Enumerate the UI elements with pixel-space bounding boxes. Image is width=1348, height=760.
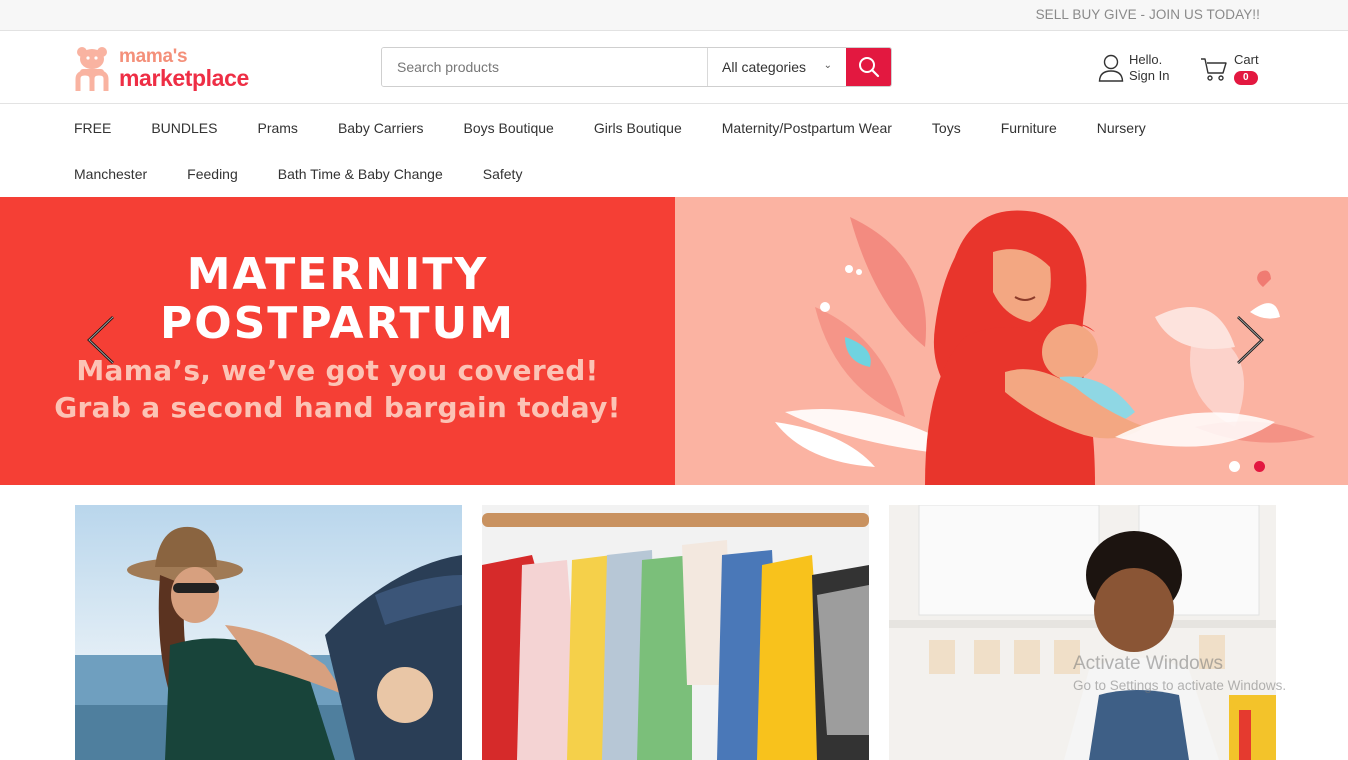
logo[interactable]: mama's marketplace — [74, 45, 249, 91]
nav-item-safety[interactable]: Safety — [483, 164, 523, 184]
category-nav: FREE BUNDLES Prams Baby Carriers Boys Bo… — [0, 104, 1348, 197]
nav-item-prams[interactable]: Prams — [257, 118, 297, 138]
search-input[interactable] — [382, 48, 707, 86]
chevron-down-icon: ⌄ — [823, 60, 832, 71]
nav-item-furniture[interactable]: Furniture — [1001, 118, 1057, 138]
nav-row-2: Manchester Feeding Bath Time & Baby Chan… — [74, 164, 562, 184]
search-bar: All categories ⌄ — [381, 47, 892, 87]
cart-label: Cart — [1234, 52, 1259, 67]
clothes-rack-photo — [482, 505, 869, 760]
hero-illustration-panel — [675, 197, 1348, 485]
nav-row-1: FREE BUNDLES Prams Baby Carriers Boys Bo… — [74, 118, 1186, 138]
nav-item-bundles[interactable]: BUNDLES — [151, 118, 217, 138]
search-icon — [858, 57, 879, 78]
tile-clothes-rack[interactable] — [482, 505, 869, 760]
logo-line-1: mama's — [119, 45, 188, 67]
category-select-value: All categories — [722, 59, 807, 75]
nav-item-maternity-wear[interactable]: Maternity/Postpartum Wear — [722, 118, 892, 138]
hero-text-panel: MATERNITY POSTPARTUM Mama’s, we’ve got y… — [0, 197, 675, 485]
hero-carousel: MATERNITY POSTPARTUM Mama’s, we’ve got y… — [0, 197, 1348, 485]
category-tiles — [75, 505, 1276, 760]
cart-count-badge: 0 — [1234, 71, 1258, 85]
top-announcement-bar: SELL BUY GIVE - JOIN US TODAY!! — [0, 0, 1348, 31]
nav-item-free[interactable]: FREE — [74, 118, 111, 138]
search-button[interactable] — [846, 48, 891, 86]
nav-item-baby-carriers[interactable]: Baby Carriers — [338, 118, 424, 138]
sign-in-link[interactable]: Sign In — [1129, 68, 1169, 84]
nav-item-girls-boutique[interactable]: Girls Boutique — [594, 118, 682, 138]
site-header: mama's marketplace All categories ⌄ Hell… — [0, 31, 1348, 104]
toddler-playing-photo — [889, 505, 1276, 760]
logo-line-2: marketplace — [119, 64, 249, 91]
account-link[interactable]: Hello. Sign In — [1098, 52, 1169, 84]
hero-subtitle-line-2: Grab a second hand bargain today! — [54, 391, 621, 424]
nav-item-boys-boutique[interactable]: Boys Boutique — [464, 118, 554, 138]
category-select[interactable]: All categories ⌄ — [707, 48, 846, 86]
tile-mother-beach-pram[interactable] — [75, 505, 462, 760]
nav-item-nursery[interactable]: Nursery — [1097, 118, 1146, 138]
announcement-text: SELL BUY GIVE - JOIN US TODAY!! — [1035, 7, 1260, 22]
tile-toddler-playing[interactable] — [889, 505, 1276, 760]
teddy-bear-logo-icon — [75, 47, 109, 91]
account-greeting: Hello. — [1129, 52, 1163, 67]
shopping-cart-icon — [1201, 57, 1227, 81]
cart-link[interactable]: Cart 0 — [1200, 52, 1259, 85]
nav-item-feeding[interactable]: Feeding — [187, 164, 238, 184]
carousel-pagination — [1229, 461, 1265, 472]
carousel-dot-2-active[interactable] — [1254, 461, 1265, 472]
nav-item-bath-time[interactable]: Bath Time & Baby Change — [278, 164, 443, 184]
carousel-prev-arrow-icon[interactable] — [86, 315, 116, 365]
user-icon — [1098, 54, 1124, 82]
carousel-dot-1[interactable] — [1229, 461, 1240, 472]
carousel-next-arrow-icon[interactable] — [1235, 315, 1265, 365]
nav-item-toys[interactable]: Toys — [932, 118, 961, 138]
hero-title-line-1: MATERNITY — [186, 249, 489, 300]
nav-item-manchester[interactable]: Manchester — [74, 164, 147, 184]
mother-with-pram-photo — [75, 505, 462, 760]
